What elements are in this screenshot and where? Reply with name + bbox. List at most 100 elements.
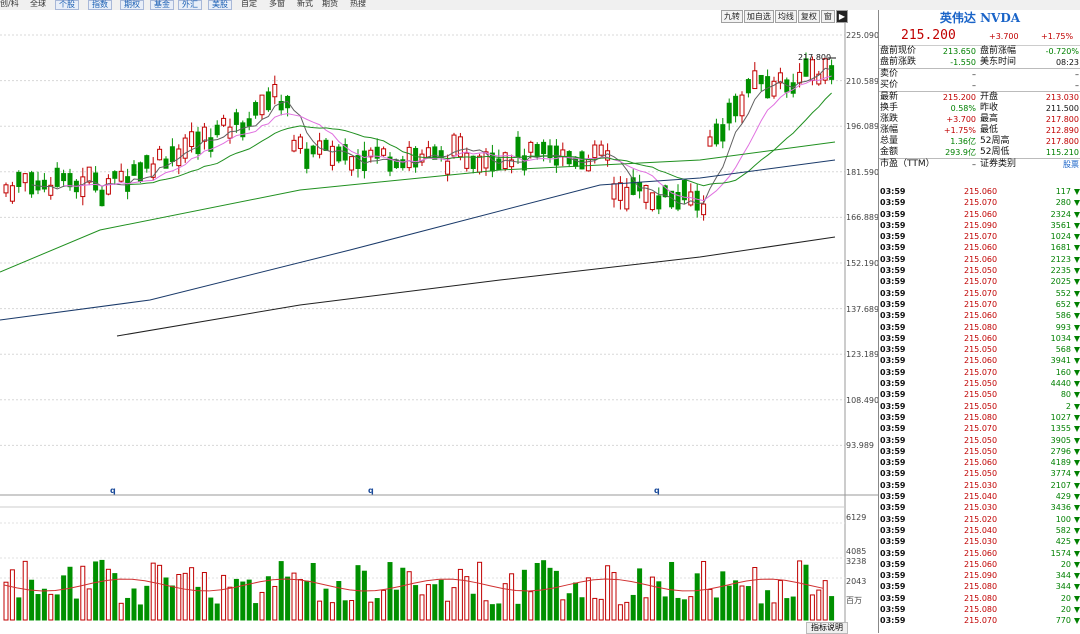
- tick-price: 215.040: [964, 525, 998, 535]
- volume-bar: [189, 567, 195, 621]
- top-tab[interactable]: 基金: [150, 0, 174, 10]
- volume-bar: [515, 603, 521, 621]
- volume-bar: [201, 572, 207, 621]
- toolbar-button[interactable]: 复权: [797, 10, 820, 23]
- ma250-line: [116, 236, 836, 337]
- tick-row: 03:59 215.060 2324: [879, 209, 1080, 220]
- candle-body: [182, 137, 188, 159]
- volume-bar: [67, 566, 73, 621]
- kline-chart-panel[interactable]: 217.800 q q q 九转 加自选 均线 复权窗 ▶ 225.090 210.589 196…: [0, 10, 880, 634]
- field-value: 股票: [1063, 160, 1079, 169]
- top-tab[interactable]: 热搜: [350, 0, 366, 9]
- tick-list[interactable]: 03:59 215.060 117 03:59 215.070 280 03:59 215.0…: [879, 186, 1080, 627]
- tick-row: 03:59 215.030 3436: [879, 502, 1080, 513]
- indicator-help-button[interactable]: 指标说明: [806, 622, 848, 634]
- price-tick-label: 196.089: [846, 122, 880, 132]
- tick-time: 03:59: [880, 559, 906, 569]
- candle-body: [598, 144, 604, 156]
- candle-body: [80, 176, 86, 198]
- tick-price: 215.060: [964, 209, 998, 219]
- kline-chart-svg[interactable]: 217.800 q q q: [0, 10, 878, 633]
- volume-bar: [131, 588, 137, 621]
- price-tick-label: 166.889: [846, 213, 880, 223]
- tick-row: 03:59 215.060 20: [879, 559, 1080, 570]
- tick-price: 215.060: [964, 458, 998, 468]
- volume-bar: [304, 580, 310, 621]
- candle-body: [361, 150, 367, 172]
- candle-body: [310, 145, 316, 155]
- candle-body: [515, 136, 521, 158]
- tick-volume: 582: [1055, 525, 1071, 535]
- volume-bar: [752, 567, 758, 621]
- tick-time: 03:59: [880, 616, 906, 626]
- quote-row: 盘前涨跌 -1.550 美东时间 08:23: [879, 57, 1080, 69]
- tick-row: 03:59 215.060 3941: [879, 355, 1080, 366]
- tick-time: 03:59: [880, 288, 906, 298]
- volume-bar: [22, 560, 28, 621]
- price-tick-label: 225.090: [846, 31, 880, 40]
- field-value: –: [972, 81, 976, 90]
- volume-bar: [48, 593, 54, 621]
- price-tick-label: 108.490: [846, 395, 880, 405]
- volume-bar: [707, 589, 713, 621]
- top-tab[interactable]: 多窗: [269, 0, 285, 9]
- tick-price: 215.070: [964, 367, 998, 377]
- volume-bar: [182, 572, 188, 621]
- field-label: 昨收: [980, 103, 999, 113]
- top-tab[interactable]: 期货: [322, 0, 338, 9]
- tick-price: 215.080: [964, 604, 998, 614]
- volume-bar: [803, 564, 809, 621]
- top-tab[interactable]: 自定: [241, 0, 257, 9]
- top-tab[interactable]: 个股: [55, 0, 79, 10]
- tick-volume: 20: [1060, 593, 1071, 603]
- tick-time: 03:59: [880, 333, 906, 343]
- volume-bar: [477, 561, 483, 621]
- toolbar-button[interactable]: 九转: [720, 10, 743, 23]
- volume-bar: [816, 589, 822, 621]
- quote-row: 涨幅 +1.75% 最低 212.890: [879, 125, 1080, 136]
- toolbar-button[interactable]: 均线: [774, 10, 797, 23]
- tick-row: 03:59 215.070 652: [879, 299, 1080, 310]
- volume-bar: [758, 603, 764, 621]
- down-arrow-icon: [1074, 460, 1080, 467]
- candle-body: [93, 172, 99, 191]
- top-tab[interactable]: 美股: [208, 0, 232, 10]
- tick-row: 03:59 215.030 2107: [879, 480, 1080, 491]
- top-tab[interactable]: 期权: [120, 0, 144, 10]
- volume-bar: [675, 597, 681, 621]
- field-value: –: [972, 70, 976, 79]
- tick-price: 215.030: [964, 503, 998, 513]
- high-price-marker: 217.800: [798, 53, 831, 62]
- price-change-pct: +1.75%: [1041, 32, 1074, 41]
- candle-body: [707, 136, 713, 147]
- tick-price: 215.050: [964, 469, 998, 479]
- last-price: 215.200: [901, 28, 956, 43]
- tick-volume: 3941: [1050, 356, 1071, 366]
- tick-price: 215.020: [964, 514, 998, 524]
- tick-price: 215.070: [964, 299, 998, 309]
- top-tab[interactable]: 指数: [88, 0, 112, 10]
- candle-body: [445, 160, 451, 175]
- candle-body: [54, 167, 60, 187]
- down-arrow-icon: [1074, 550, 1080, 557]
- tick-volume: 568: [1055, 345, 1071, 355]
- top-tab[interactable]: 创/科: [0, 0, 19, 9]
- volume-bar: [797, 560, 803, 621]
- quarter-marker: q: [110, 486, 116, 495]
- top-tab[interactable]: 外汇: [178, 0, 202, 10]
- tick-price: 215.030: [964, 480, 998, 490]
- tick-time: 03:59: [880, 311, 906, 321]
- candle-body: [726, 102, 732, 124]
- top-tab[interactable]: 全球: [30, 0, 46, 9]
- price-tick-label: 152.190: [846, 259, 880, 268]
- candle-body: [406, 146, 412, 169]
- volume-bar: [16, 597, 22, 621]
- volume-bar: [150, 562, 156, 621]
- candle-body: [381, 148, 387, 156]
- toolbar-button[interactable]: 加自选: [743, 10, 774, 23]
- top-tab[interactable]: 新式: [297, 0, 313, 9]
- tick-volume: 770: [1055, 616, 1071, 626]
- field-value: -1.550: [950, 58, 976, 67]
- toolbar-button[interactable]: 窗: [820, 10, 835, 23]
- quarter-marker: q: [368, 486, 374, 495]
